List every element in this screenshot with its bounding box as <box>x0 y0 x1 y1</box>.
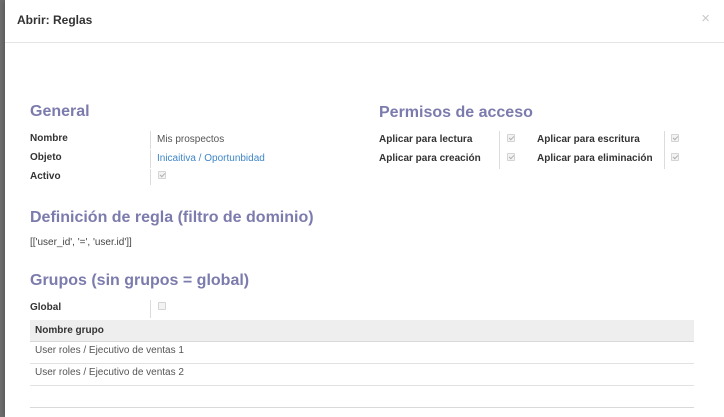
domain-value: [['user_id', '=', 'user.id']] <box>30 237 132 248</box>
dialog-header: Abrir: Reglas × <box>5 0 724 43</box>
table-row[interactable]: User roles / Ejecutivo de ventas 2 <box>30 364 694 386</box>
dialog-title: Abrir: Reglas <box>17 13 93 27</box>
delete-checkbox[interactable] <box>671 153 679 161</box>
field-separator <box>150 169 151 185</box>
create-label: Aplicar para creación <box>379 153 481 164</box>
footer-divider <box>30 407 694 408</box>
global-label: Global <box>30 302 62 313</box>
global-checkbox[interactable] <box>158 302 166 310</box>
rule-dialog: Abrir: Reglas × General Nombre Mis prosp… <box>5 0 724 417</box>
object-label: Objeto <box>30 152 62 163</box>
column-header-group-name[interactable]: Nombre grupo <box>30 320 694 342</box>
active-label: Activo <box>30 171 61 182</box>
domain-section-title: Definición de regla (filtro de dominio) <box>30 209 314 226</box>
field-separator <box>150 150 151 168</box>
create-checkbox[interactable] <box>507 153 515 161</box>
field-separator <box>150 131 151 149</box>
name-value: Mis prospectos <box>157 134 225 145</box>
table-row[interactable]: User roles / Ejecutivo de ventas 1 <box>30 342 694 364</box>
general-section-title: General <box>30 103 90 120</box>
active-checkbox[interactable] <box>158 171 166 179</box>
write-checkbox[interactable] <box>671 134 679 142</box>
field-separator <box>499 131 500 169</box>
object-link[interactable]: Inicaitiva / Oportunbidad <box>157 153 265 164</box>
name-label: Nombre <box>30 133 68 144</box>
read-label: Aplicar para lectura <box>379 134 473 145</box>
groups-section-title: Grupos (sin grupos = global) <box>30 272 250 289</box>
delete-label: Aplicar para eliminación <box>537 153 653 164</box>
groups-table: Nombre grupo User roles / Ejecutivo de v… <box>30 320 694 386</box>
close-icon[interactable]: × <box>701 11 710 26</box>
field-separator <box>664 131 665 169</box>
write-label: Aplicar para escritura <box>537 134 640 145</box>
read-checkbox[interactable] <box>507 134 515 142</box>
field-separator <box>150 300 151 318</box>
access-section-title: Permisos de acceso <box>379 104 533 121</box>
